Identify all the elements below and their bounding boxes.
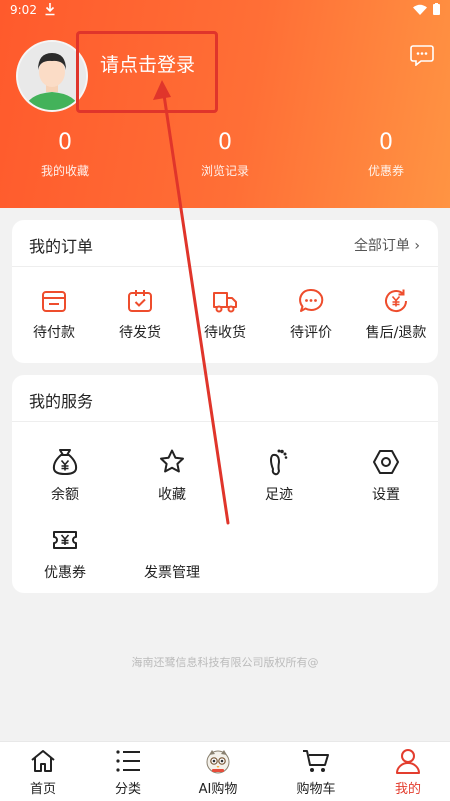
- footprint-icon: [270, 449, 288, 476]
- orders-title: 我的订单: [29, 237, 94, 256]
- services-card: 我的服务 余额 收藏 足迹 设置 优惠券 发票管理: [12, 375, 438, 593]
- stat-history[interactable]: 0 浏览记录: [165, 130, 285, 179]
- tab-label: 首页: [29, 782, 56, 797]
- service-footprints[interactable]: 足迹: [237, 447, 321, 504]
- tab-label: 分类: [114, 782, 141, 797]
- orders-card: 我的订单 全部订单 › 待付款 待发货 待收货 待评价 售后/退款: [12, 220, 438, 363]
- comment-icon: [299, 288, 324, 312]
- stat-value: 0: [379, 130, 393, 155]
- stat-label: 浏览记录: [200, 164, 249, 178]
- service-settings[interactable]: 设置: [344, 447, 428, 504]
- order-item-label: 售后/退款: [365, 325, 427, 341]
- service-label: 余额: [51, 487, 79, 503]
- service-favorites[interactable]: 收藏: [130, 447, 214, 504]
- tab-me[interactable]: 我的: [368, 748, 448, 797]
- all-orders-link[interactable]: 全部订单 ›: [354, 235, 420, 255]
- stat-label: 优惠券: [367, 164, 404, 178]
- coupon-icon: [53, 531, 77, 549]
- download-icon: [44, 2, 56, 19]
- status-bar: 9:02: [0, 0, 450, 22]
- stat-label: 我的收藏: [40, 164, 89, 178]
- order-pending-receipt[interactable]: 待收货: [183, 287, 267, 342]
- wifi-icon: [413, 4, 427, 15]
- login-highlight-box: [76, 31, 218, 113]
- service-label: 收藏: [158, 487, 186, 503]
- category-icon: [116, 750, 140, 772]
- truck-icon: [213, 292, 237, 313]
- service-balance[interactable]: 余额: [23, 447, 107, 504]
- battery-icon: [433, 3, 440, 15]
- service-label: 足迹: [265, 487, 293, 503]
- refund-icon: [385, 289, 408, 313]
- order-pending-payment[interactable]: 待付款: [12, 287, 96, 342]
- ai-mascot-icon: [206, 750, 230, 774]
- order-item-label: 待收货: [204, 325, 246, 341]
- tab-home[interactable]: 首页: [3, 748, 83, 797]
- invoice-icon-placeholder: [130, 525, 214, 555]
- bottom-tab-bar: 首页 分类 AI购物 购物车 我的: [0, 741, 450, 801]
- stat-favorites[interactable]: 0 我的收藏: [5, 130, 125, 179]
- money-bag-icon: [52, 449, 78, 475]
- status-time: 9:02: [10, 3, 37, 17]
- tab-cart[interactable]: 购物车: [276, 748, 356, 797]
- package-icon: [128, 290, 152, 312]
- order-item-label: 待评价: [290, 325, 332, 341]
- wallet-icon: [42, 291, 66, 312]
- service-label: 发票管理: [144, 565, 200, 581]
- service-label: 设置: [372, 487, 400, 503]
- stat-coupons[interactable]: 0 优惠券: [326, 130, 446, 179]
- user-icon: [396, 749, 420, 774]
- tab-label: AI购物: [198, 782, 238, 797]
- tab-label: 购物车: [296, 782, 336, 797]
- tab-category[interactable]: 分类: [88, 748, 168, 797]
- home-icon: [31, 750, 55, 772]
- star-icon: [160, 449, 184, 473]
- order-item-label: 待发货: [119, 325, 161, 341]
- order-pending-shipment[interactable]: 待发货: [98, 287, 182, 342]
- order-after-sales[interactable]: 售后/退款: [354, 287, 438, 342]
- services-title: 我的服务: [29, 392, 94, 411]
- stat-value: 0: [218, 130, 232, 155]
- tab-ai-shopping[interactable]: AI购物: [178, 748, 258, 797]
- tab-label: 我的: [394, 782, 421, 797]
- stat-value: 0: [58, 130, 72, 155]
- message-icon[interactable]: [410, 44, 434, 67]
- service-label: 优惠券: [44, 565, 86, 581]
- service-coupons[interactable]: 优惠券: [23, 525, 107, 582]
- order-pending-review[interactable]: 待评价: [269, 287, 353, 342]
- divider: [12, 266, 438, 267]
- order-item-label: 待付款: [33, 325, 75, 341]
- settings-icon: [373, 450, 399, 474]
- divider: [12, 421, 438, 422]
- cart-icon: [303, 750, 329, 772]
- service-invoice[interactable]: 发票管理: [130, 525, 214, 582]
- copyright: 海南还鹭信息科技有限公司版权所有@: [131, 656, 319, 669]
